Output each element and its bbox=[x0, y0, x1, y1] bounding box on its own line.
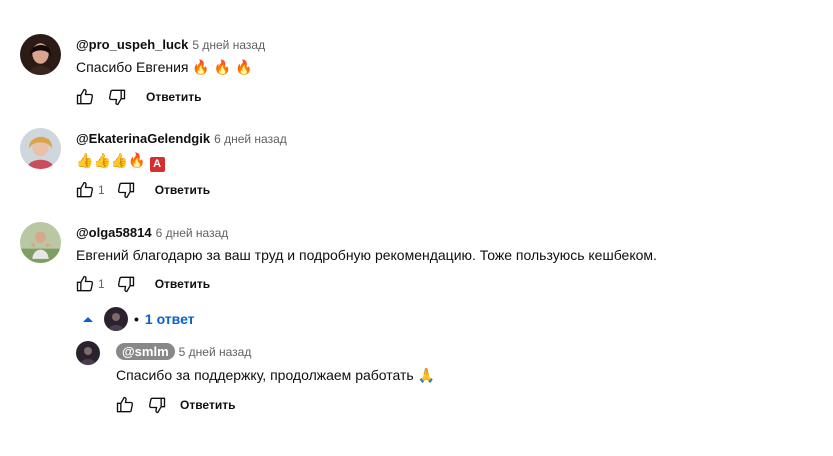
replies-toggle[interactable]: • 1 ответ bbox=[82, 307, 195, 331]
comment-header: @pro_uspeh_luck 5 дней назад bbox=[76, 37, 265, 52]
comment-header: @EkaterinaGelendgik 6 дней назад bbox=[76, 131, 287, 146]
thumbs-down-icon bbox=[108, 89, 126, 106]
thumbs-up-icon bbox=[76, 88, 94, 105]
dislike-button[interactable] bbox=[106, 86, 128, 108]
like-button[interactable] bbox=[74, 86, 96, 108]
comment-actions: 1 Ответить bbox=[74, 180, 210, 200]
thumbs-up-emoji: 👍 bbox=[76, 153, 94, 169]
dislike-button[interactable] bbox=[146, 394, 168, 416]
fire-emoji: 🔥 bbox=[235, 60, 253, 76]
comment-text: 👍👍👍🔥 A bbox=[76, 152, 165, 172]
comment-actions: 1 Ответить bbox=[74, 274, 210, 294]
comment-time[interactable]: 6 дней назад bbox=[214, 132, 287, 146]
thumbs-up-emoji: 👍 bbox=[93, 153, 111, 169]
reply-time[interactable]: 5 дней назад bbox=[179, 345, 252, 359]
fire-emoji: 🔥 bbox=[213, 60, 232, 76]
comment-author[interactable]: @olga58814 bbox=[76, 225, 152, 240]
avatar[interactable] bbox=[76, 341, 100, 365]
thumbs-down-icon bbox=[117, 182, 134, 199]
reply-text: Спасибо за поддержку, продолжаем работат… bbox=[116, 367, 436, 384]
reply-button[interactable]: Ответить bbox=[155, 277, 210, 291]
folded-hands-emoji: 🙏 bbox=[417, 368, 436, 384]
comment-actions: Ответить bbox=[74, 87, 201, 107]
dislike-button[interactable] bbox=[115, 273, 137, 295]
comment-author[interactable]: @pro_uspeh_luck bbox=[76, 37, 188, 52]
replies-separator: • bbox=[134, 311, 139, 327]
like-button[interactable] bbox=[74, 273, 96, 295]
comment-text: Спасибо Евгения 🔥 🔥 🔥 bbox=[76, 59, 253, 76]
reply-button[interactable]: Ответить bbox=[180, 398, 235, 412]
dislike-button[interactable] bbox=[115, 179, 137, 201]
replier-avatar bbox=[104, 307, 128, 331]
thumbs-down-icon bbox=[117, 276, 134, 293]
a-button-emoji: A bbox=[149, 157, 165, 172]
fire-emoji: 🔥 bbox=[192, 60, 210, 76]
thumbs-down-icon bbox=[148, 397, 166, 414]
thumbs-up-icon bbox=[116, 396, 134, 413]
reply-actions: Ответить bbox=[114, 395, 235, 415]
thumbs-up-icon bbox=[76, 181, 94, 198]
channel-owner-badge[interactable]: @smlm bbox=[116, 343, 175, 360]
like-button[interactable] bbox=[74, 179, 96, 201]
like-count: 1 bbox=[98, 183, 105, 197]
comment-text: Евгений благодарю за ваш труд и подробну… bbox=[76, 247, 657, 263]
reply-button[interactable]: Ответить bbox=[155, 183, 210, 197]
avatar[interactable] bbox=[20, 222, 61, 263]
comment-time[interactable]: 5 дней назад bbox=[192, 38, 265, 52]
avatar[interactable] bbox=[20, 34, 61, 75]
thumbs-up-icon bbox=[76, 275, 94, 292]
replies-count-label[interactable]: 1 ответ bbox=[145, 311, 195, 327]
thumbs-up-emoji: 👍 bbox=[110, 153, 129, 169]
comment-time[interactable]: 6 дней назад bbox=[156, 226, 229, 240]
reply-button[interactable]: Ответить bbox=[146, 90, 201, 104]
like-button[interactable] bbox=[114, 394, 136, 416]
like-count: 1 bbox=[98, 277, 105, 291]
reply-header: @smlm 5 дней назад bbox=[116, 343, 251, 360]
fire-emoji: 🔥 bbox=[128, 153, 146, 169]
comment-author[interactable]: @EkaterinaGelendgik bbox=[76, 131, 210, 146]
caret-up-icon bbox=[83, 317, 93, 322]
comment-header: @olga58814 6 дней назад bbox=[76, 225, 228, 240]
avatar[interactable] bbox=[20, 128, 61, 169]
